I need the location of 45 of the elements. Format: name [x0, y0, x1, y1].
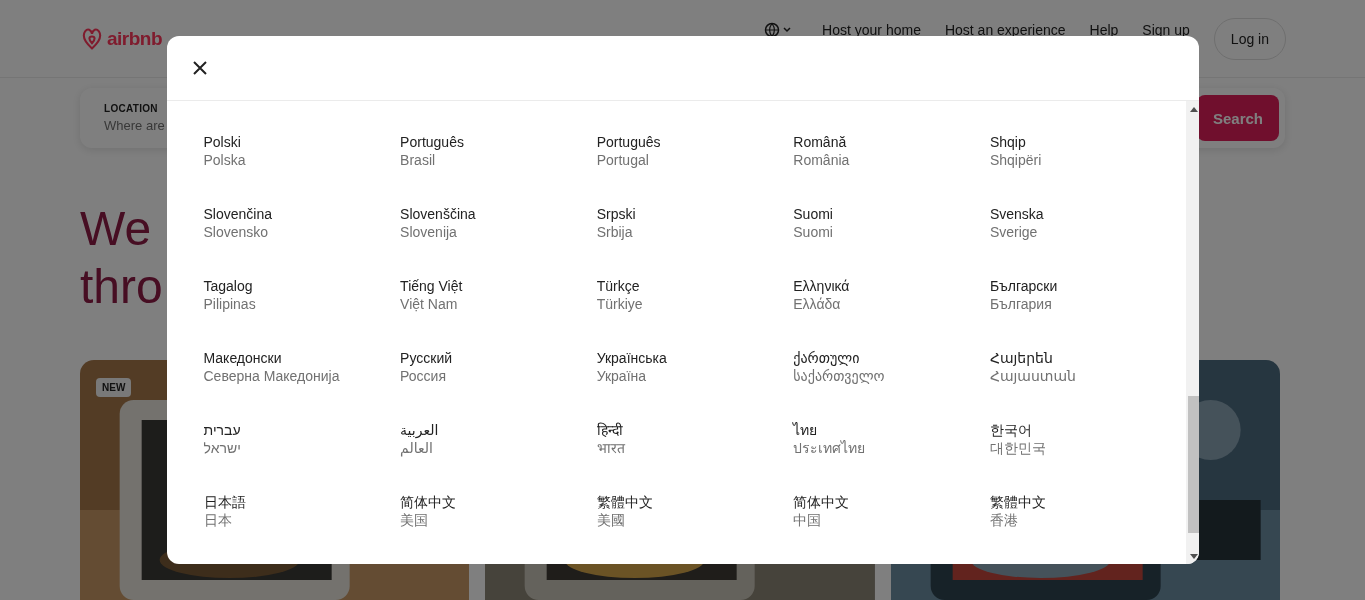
- nav-link[interactable]: Sign up: [1142, 21, 1190, 38]
- headline-text: thro: [80, 259, 163, 315]
- language-option[interactable]: हिन्दी भारत: [596, 421, 629, 457]
- language-option[interactable]: עברית ישראל: [203, 421, 245, 457]
- headline-text: We: [80, 201, 152, 257]
- language-option[interactable]: Polski Polska: [203, 133, 250, 169]
- scroll-up-icon[interactable]: [1190, 107, 1199, 112]
- language-option[interactable]: ไทย ประเทศไทย: [793, 421, 870, 457]
- language-option[interactable]: Shqip Shqipëri: [989, 133, 1046, 169]
- language-option[interactable]: 日本語 日本: [203, 493, 250, 529]
- language-option[interactable]: 简体中文 中国: [793, 493, 854, 529]
- language-option[interactable]: 繁體中文 香港: [989, 493, 1050, 529]
- language-option[interactable]: Tiếng Việt Việt Nam: [400, 277, 467, 313]
- language-option[interactable]: ქართული საქართველო: [793, 349, 889, 385]
- language-option[interactable]: Русский Россия: [400, 349, 457, 385]
- language-option[interactable]: Türkçe Türkiye: [596, 277, 647, 313]
- language-option[interactable]: Български България: [989, 277, 1062, 313]
- language-option[interactable]: Svenska Sverige: [989, 205, 1048, 241]
- nav-link[interactable]: Help: [1089, 21, 1119, 38]
- language-option[interactable]: Română România: [793, 133, 854, 169]
- language-option[interactable]: Português Portugal: [596, 133, 665, 169]
- language-option[interactable]: Português Brasil: [400, 133, 468, 169]
- language-option[interactable]: Ελληνικά Ελλάδα: [793, 277, 854, 313]
- language-option[interactable]: العربية العالم: [400, 421, 443, 457]
- globe-icon[interactable]: [764, 21, 793, 38]
- language-option[interactable]: Македонски Северна Македонија: [203, 349, 344, 385]
- nav-link[interactable]: Host your home: [822, 21, 921, 38]
- new-badge: NEW: [96, 378, 132, 397]
- scrollbar[interactable]: [1186, 101, 1199, 564]
- language-option[interactable]: Tagalog Pilipinas: [203, 277, 260, 313]
- logo-icon: [80, 25, 104, 52]
- language-option[interactable]: Suomi Suomi: [793, 205, 837, 241]
- language-option[interactable]: 한국어 대한민국: [989, 421, 1050, 457]
- language-option[interactable]: Slovenščina Slovenija: [400, 205, 480, 241]
- language-option[interactable]: 简体中文 美国: [400, 493, 461, 529]
- login-button[interactable]: Log in: [1213, 17, 1286, 60]
- language-option[interactable]: 繁體中文 美國: [596, 493, 657, 529]
- language-option[interactable]: Հայերեն Հայաստան: [989, 349, 1080, 385]
- close-button[interactable]: [190, 59, 209, 77]
- language-option[interactable]: Srpski Srbija: [596, 205, 640, 241]
- location-label: LOCATION: [104, 103, 159, 114]
- nav-link[interactable]: Host an experience: [944, 21, 1066, 38]
- language-option[interactable]: Українська Україна: [596, 349, 671, 385]
- scroll-down-icon[interactable]: [1190, 554, 1199, 559]
- language-option[interactable]: Slovenčina Slovensko: [203, 205, 276, 241]
